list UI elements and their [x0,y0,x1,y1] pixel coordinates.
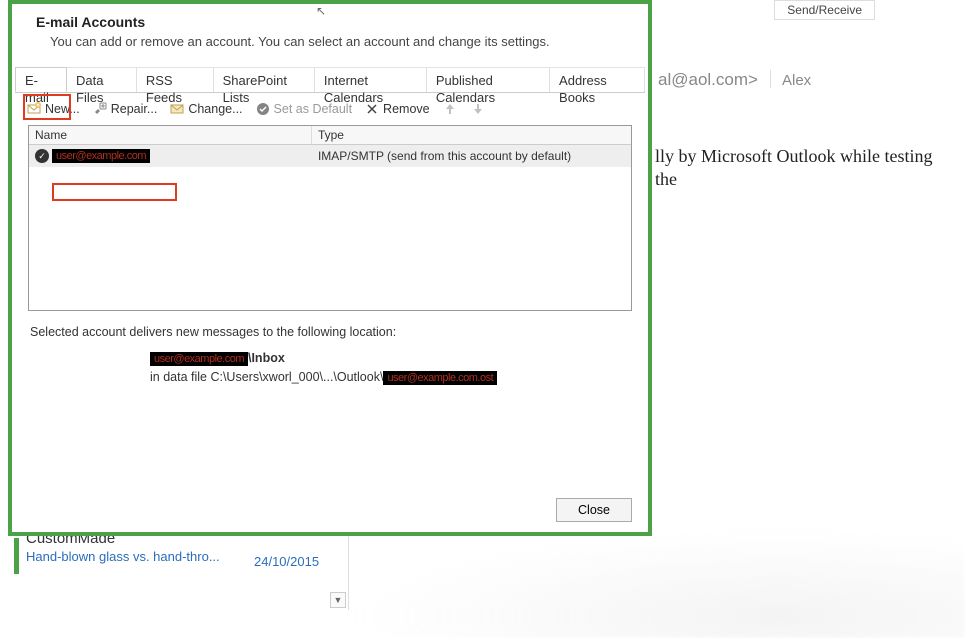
send-receive-button[interactable]: Send/Receive [774,0,875,20]
change-icon [169,101,185,117]
move-down-button [466,99,490,119]
tab-email[interactable]: E-mail [15,67,67,92]
list-filter-dropdown[interactable]: ▼ [330,592,346,608]
dialog-subtitle: You can add or remove an account. You ca… [36,34,630,49]
move-up-button [438,99,462,119]
header-separator [770,70,771,88]
account-type: IMAP/SMTP (send from this account by def… [312,147,631,165]
column-header-type[interactable]: Type [312,126,631,144]
remove-label: Remove [383,102,430,116]
repair-label: Repair... [111,102,158,116]
tab-sharepoint-lists[interactable]: SharePoint Lists [214,68,315,92]
set-default-label: Set as Default [274,102,353,116]
account-list: Name Type ✓ user@example.com IMAP/SMTP (… [28,125,632,311]
remove-icon [364,101,380,117]
dialog-footer: Close [556,498,632,522]
dialog-tabs: E-mail Data Files RSS Feeds SharePoint L… [15,67,645,93]
new-label: New... [45,102,80,116]
unread-indicator [14,538,19,574]
close-button[interactable]: Close [556,498,632,522]
blur-decoration [345,528,965,638]
tab-address-books[interactable]: Address Books [550,68,645,92]
arrow-up-icon [442,101,458,117]
account-name-redacted: user@example.com [52,149,150,163]
tab-rss-feeds[interactable]: RSS Feeds [137,68,214,92]
default-account-icon: ✓ [35,149,49,163]
change-label: Change... [188,102,242,116]
repair-icon [92,101,108,117]
tab-published-calendars[interactable]: Published Calendars [427,68,550,92]
header-email-fragment: al@aol.com> [658,70,758,90]
set-default-button: Set as Default [251,99,357,119]
check-circle-icon [255,101,271,117]
account-settings-dialog: ↖ E-mail Accounts You can add or remove … [8,0,652,536]
email-body-fragment: lly by Microsoft Outlook while testing t… [655,145,950,192]
repair-account-button[interactable]: Repair... [88,99,162,119]
mouse-cursor-icon: ↖ [316,4,326,18]
delivery-folder-line: user@example.com\Inbox [30,351,630,366]
change-account-button[interactable]: Change... [165,99,246,119]
dialog-title: E-mail Accounts [36,14,630,30]
account-list-header: Name Type [29,126,631,145]
header-sender-name: Alex [782,72,811,89]
delivery-path-redacted: user@example.com.ost [383,371,497,385]
delivery-info: Selected account delivers new messages t… [12,311,648,399]
delivery-path-line: in data file C:\Users\xworl_000\...\Outl… [30,370,630,385]
delivery-path-prefix: in data file C:\Users\xworl_000\...\Outl… [150,370,383,384]
tab-internet-calendars[interactable]: Internet Calendars [315,68,427,92]
delivery-text: Selected account delivers new messages t… [30,325,630,339]
delivery-folder-suffix: \Inbox [248,351,285,365]
tab-data-files[interactable]: Data Files [67,68,137,92]
pane-divider [348,530,349,610]
delivery-folder-redacted: user@example.com [150,352,248,366]
send-receive-label: Send/Receive [787,3,862,17]
arrow-down-icon [470,101,486,117]
account-row[interactable]: ✓ user@example.com IMAP/SMTP (send from … [29,145,631,167]
dialog-header: E-mail Accounts You can add or remove an… [12,4,648,67]
column-header-name[interactable]: Name [29,126,312,144]
message-date: 24/10/2015 [254,554,319,569]
remove-account-button[interactable]: Remove [360,99,434,119]
